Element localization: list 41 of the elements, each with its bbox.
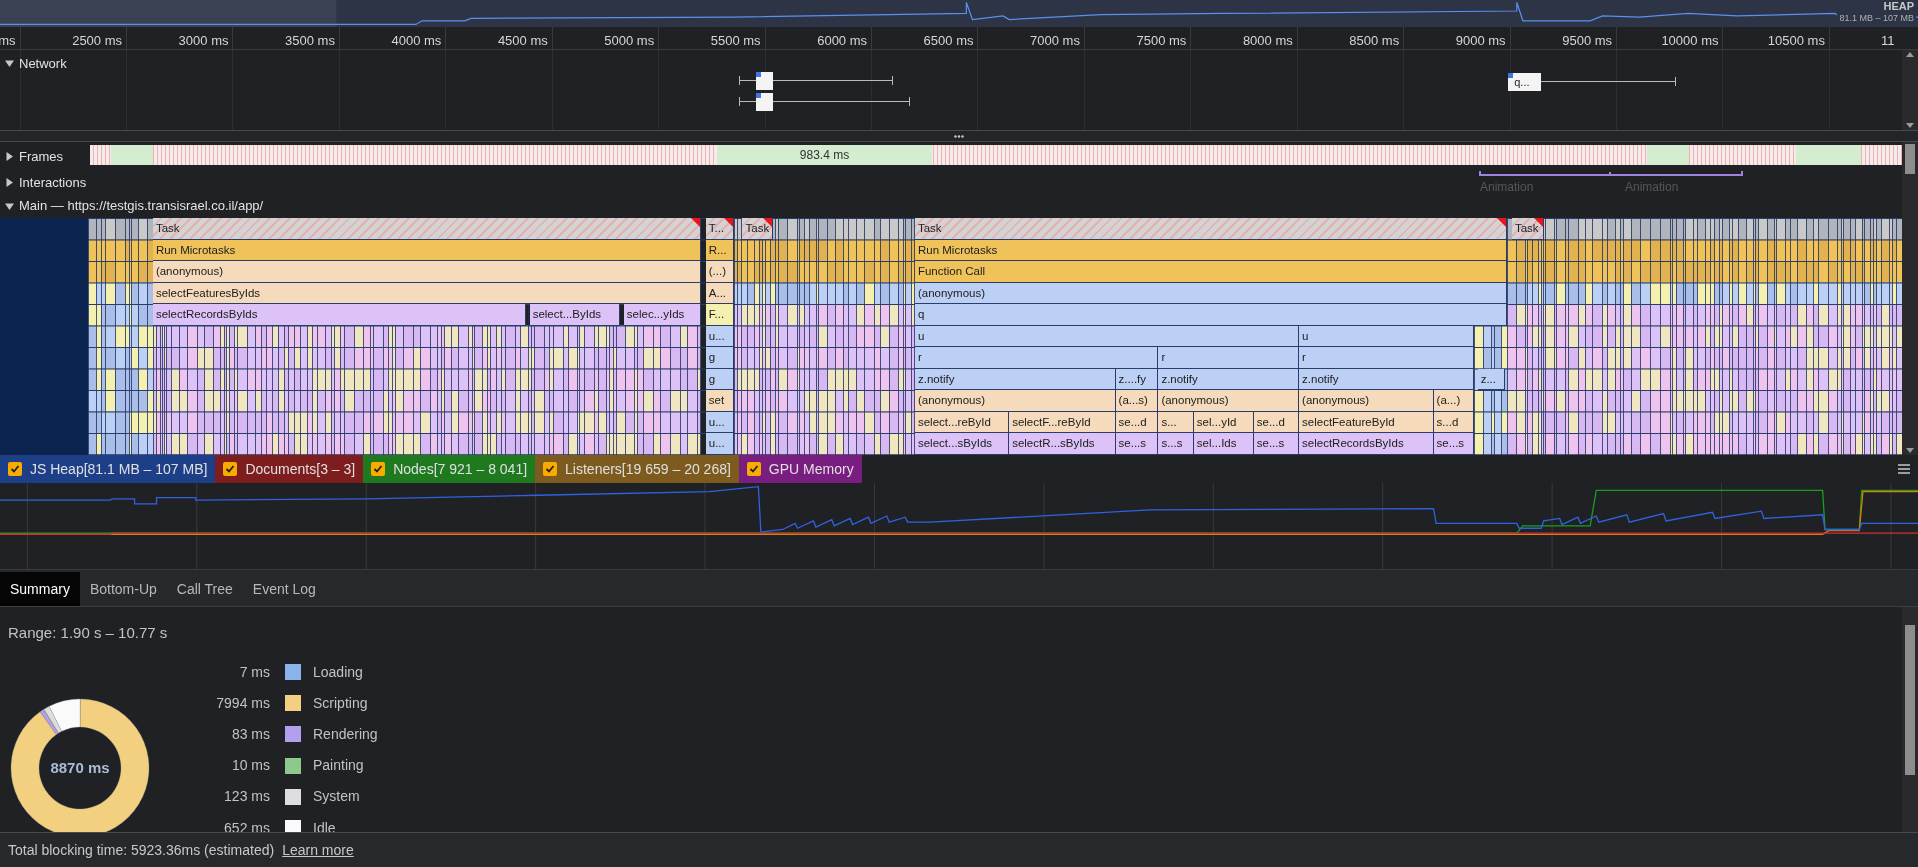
- time-tick-label: 8500 ms: [1349, 32, 1400, 49]
- time-tick-label: 3000 ms: [178, 32, 229, 49]
- time-tick-label: 2500 ms: [72, 32, 123, 49]
- legend-label: Loading: [313, 662, 363, 682]
- legend-label: Painting: [313, 756, 364, 776]
- legend-value: 10 ms: [230, 756, 270, 776]
- time-tick-label: 10500 ms: [1767, 32, 1825, 49]
- legend-label: Idle: [313, 818, 336, 832]
- time-tick-label: 7500 ms: [1136, 32, 1187, 49]
- time-tick-label: 6500 ms: [923, 32, 974, 49]
- time-tick-label: 9000 ms: [1455, 32, 1506, 49]
- legend-value: 652 ms: [223, 818, 270, 832]
- time-tick-label: ms: [0, 32, 16, 49]
- time-tick-label: 5000 ms: [604, 32, 655, 49]
- time-tick-label: 6000 ms: [817, 32, 868, 49]
- counter-label: Nodes[7 921 – 8 041]: [393, 459, 528, 479]
- total-blocking-time: Total blocking time: 5923.36ms (estimated): [8, 840, 275, 860]
- counter-label: Documents[3 – 3]: [245, 459, 356, 479]
- counter-label: JS Heap[81.1 MB – 107 MB]: [30, 459, 208, 479]
- time-tick-label: 10000 ms: [1661, 32, 1719, 49]
- time-tick-label: 5500 ms: [710, 32, 761, 49]
- donut-total: 8870 ms: [49, 758, 111, 778]
- legend-value: 7 ms: [238, 662, 270, 682]
- legend-label: Rendering: [313, 724, 378, 744]
- time-tick-label: 9500 ms: [1562, 32, 1613, 49]
- time-tick-label: 3500 ms: [285, 32, 335, 49]
- counter-label: Listeners[19 659 – 20 268]: [565, 459, 731, 479]
- legend-label: System: [313, 787, 360, 807]
- legend-label: Scripting: [313, 693, 368, 713]
- time-tick-label: 11: [1881, 32, 1895, 49]
- time-tick-label: 4500 ms: [497, 32, 548, 49]
- heap-range: 81.1 MB – 107 MB: [1837, 14, 1916, 23]
- range-label: Range: 1.90 s – 10.77 s: [8, 623, 168, 643]
- legend-value: 123 ms: [223, 787, 270, 807]
- legend-value: 83 ms: [230, 724, 270, 744]
- time-tick-label: 8000 ms: [1242, 32, 1293, 49]
- counter-label: GPU Memory: [768, 459, 854, 479]
- time-tick-label: 7000 ms: [1030, 32, 1080, 49]
- time-tick-label: 4000 ms: [391, 32, 442, 49]
- heap-label: HEAP: [1883, 1, 1914, 12]
- legend-value: 7994 ms: [215, 693, 270, 713]
